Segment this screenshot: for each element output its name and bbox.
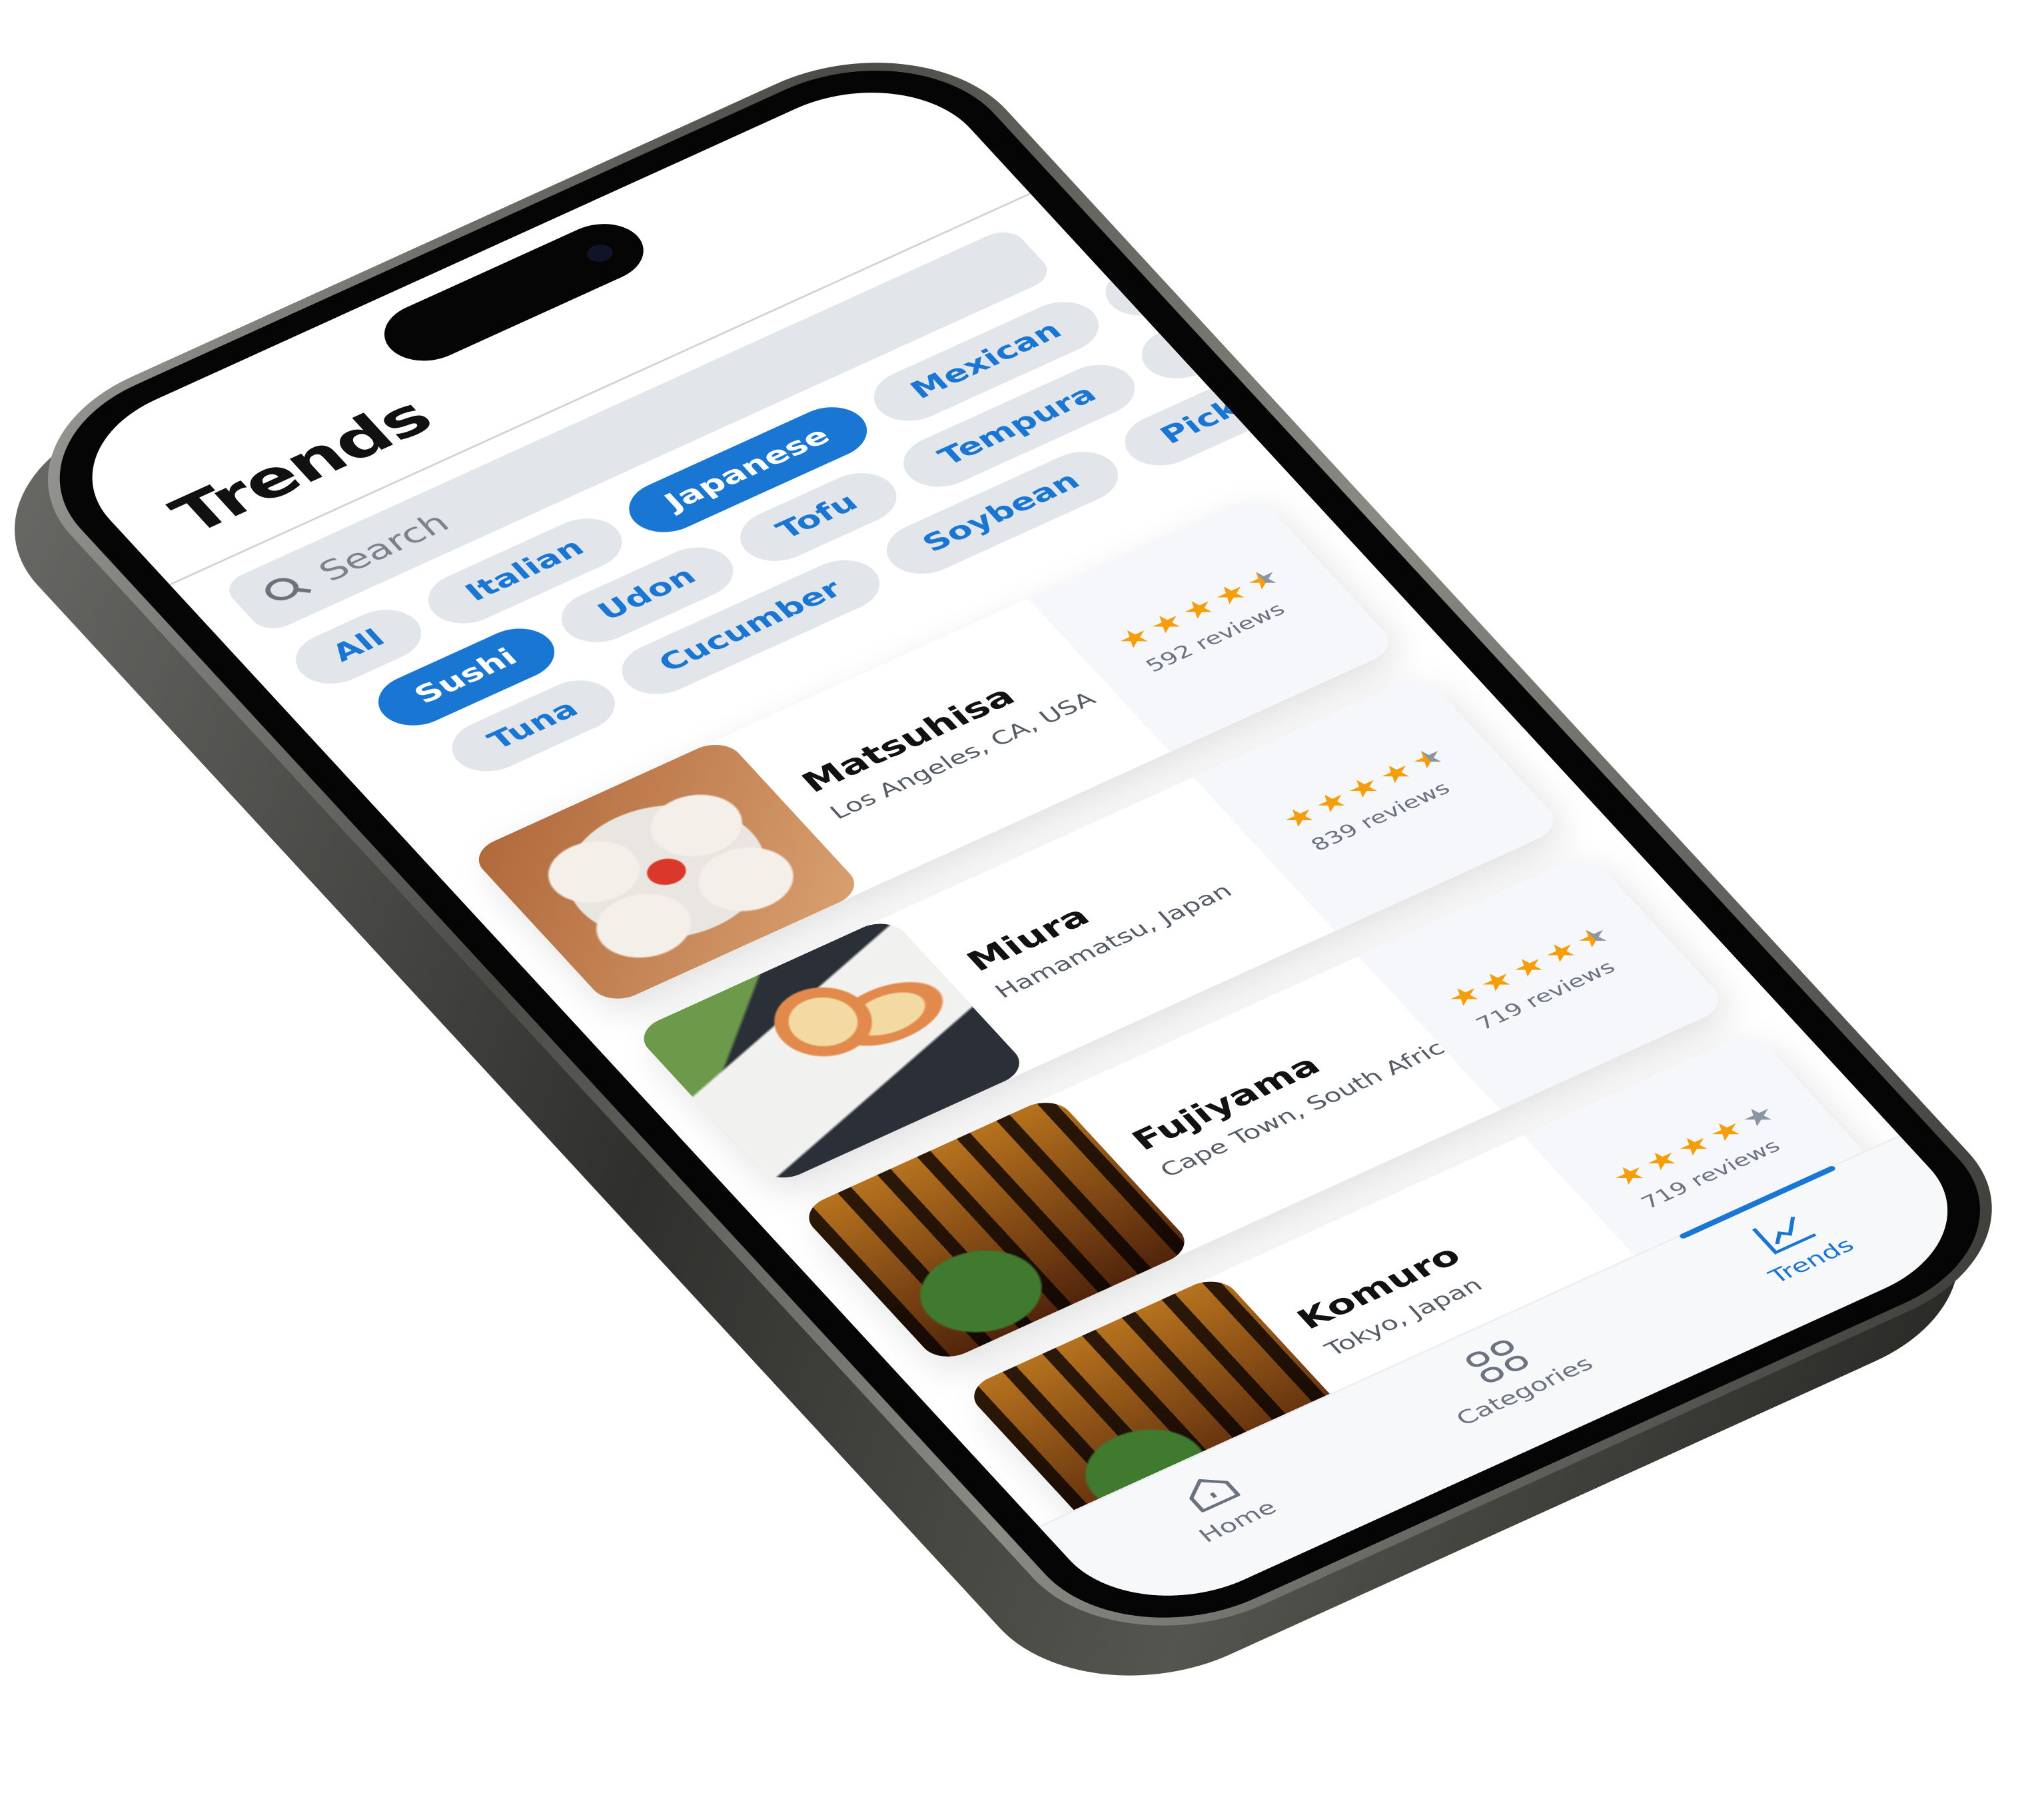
search-icon	[259, 570, 315, 609]
dynamic-island	[368, 212, 660, 372]
search-placeholder: Search	[310, 505, 456, 588]
camera-icon	[582, 241, 618, 266]
